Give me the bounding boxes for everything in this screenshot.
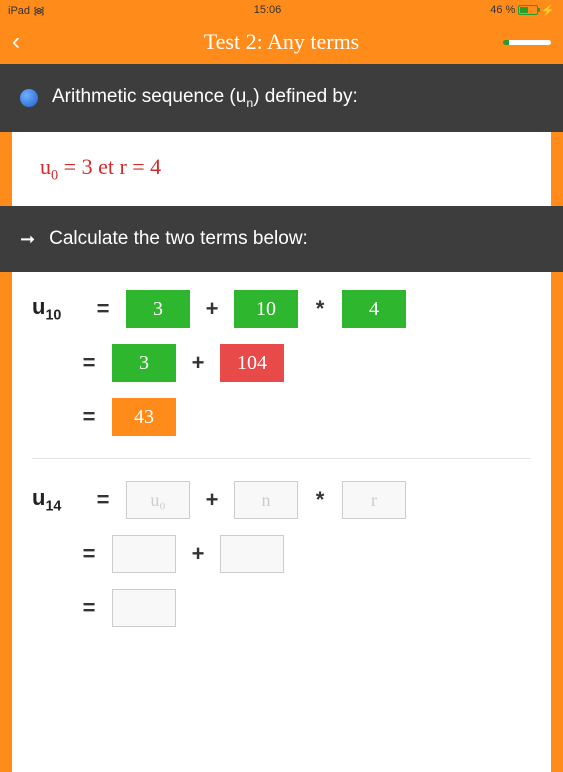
bullet-icon: [20, 89, 38, 107]
p1-row2: = 3 + 104: [80, 344, 531, 382]
answer-chip[interactable]: 3: [112, 344, 176, 382]
input-empty[interactable]: [220, 535, 284, 573]
answer-chip[interactable]: 4: [342, 290, 406, 328]
answer-chip-result[interactable]: 43: [112, 398, 176, 436]
definition-text: Arithmetic sequence (un) defined by:: [52, 86, 358, 110]
battery-status: 46 % ⚡: [490, 4, 555, 17]
page-title: Test 2: Any terms: [204, 29, 360, 55]
definition-banner: Arithmetic sequence (un) defined by:: [0, 64, 563, 132]
problem-1: u10 = 3 + 10 * 4 = 3 + 104 = 43: [32, 290, 531, 436]
input-empty[interactable]: r: [342, 481, 406, 519]
term-u10: u10: [32, 294, 80, 323]
status-bar: iPad ᯼ 15:06 46 % ⚡: [0, 0, 563, 20]
device-label: iPad ᯼: [8, 3, 45, 18]
nav-bar: ‹ Test 2: Any terms: [0, 20, 563, 64]
term-u14: u14: [32, 485, 80, 514]
content-area: u10 = 3 + 10 * 4 = 3 + 104 = 43 u14 = u₀…: [12, 272, 551, 772]
p2-row1: u14 = u₀ + n * r: [32, 481, 531, 519]
p1-row3: = 43: [80, 398, 531, 436]
progress-indicator: [503, 40, 551, 45]
answer-chip[interactable]: 3: [126, 290, 190, 328]
answer-chip-wrong[interactable]: 104: [220, 344, 284, 382]
input-empty[interactable]: [112, 589, 176, 627]
p2-row3: =: [80, 589, 531, 627]
p2-row2: = +: [80, 535, 531, 573]
instruction-text: Calculate the two terms below:: [49, 228, 308, 250]
answer-chip[interactable]: 10: [234, 290, 298, 328]
arrow-icon: ➞: [20, 229, 35, 250]
back-button[interactable]: ‹: [12, 28, 20, 56]
divider: [32, 458, 531, 459]
problem-2: u14 = u₀ + n * r = + =: [32, 481, 531, 627]
input-empty[interactable]: [112, 535, 176, 573]
formula-banner: u0 = 3 et r = 4: [12, 132, 551, 206]
input-empty[interactable]: u₀: [126, 481, 190, 519]
p1-row1: u10 = 3 + 10 * 4: [32, 290, 531, 328]
instruction-banner: ➞ Calculate the two terms below:: [0, 206, 563, 272]
clock: 15:06: [254, 4, 282, 16]
input-empty[interactable]: n: [234, 481, 298, 519]
